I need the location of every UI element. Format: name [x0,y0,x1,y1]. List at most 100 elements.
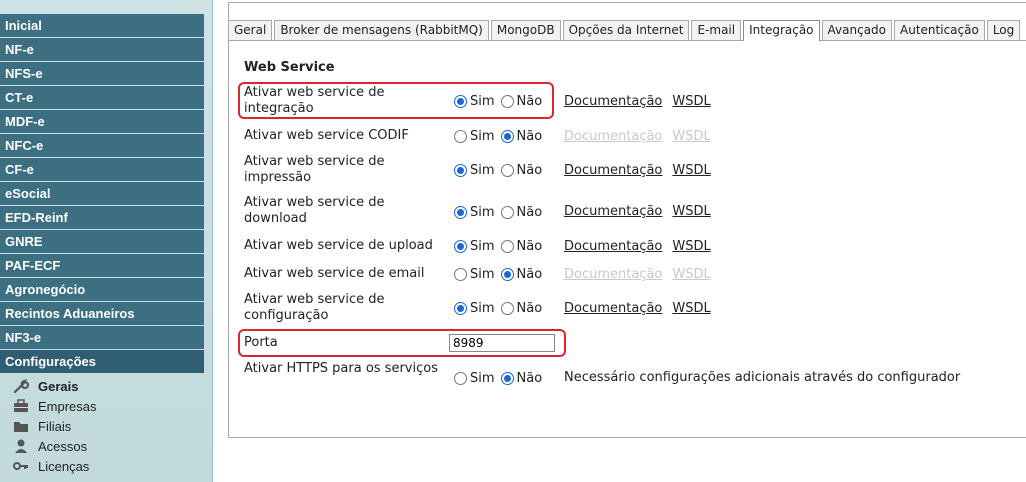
tab-avancado[interactable]: Avançado [821,20,893,40]
wsdl-link[interactable]: WSDL [672,204,710,219]
sidebar-item-nfse[interactable]: NFS-e [0,62,204,85]
radio-sim[interactable] [454,240,467,253]
tab-broker[interactable]: Broker de mensagens (RabbitMQ) [274,20,489,40]
row-links: Documentação WSDL [564,204,721,219]
row-label: Ativar web service de integração [244,85,385,116]
tab-strip: Geral Broker de mensagens (RabbitMQ) Mon… [228,20,1022,41]
radio-nao-label: Não [516,94,543,109]
wsdl-link[interactable]: WSDL [672,239,710,254]
radio-sim[interactable] [454,164,467,177]
row-links: Documentação WSDL [564,129,721,144]
tab-autenticacao[interactable]: Autenticação [894,20,985,40]
row-impressao: Ativar web service de impressão Sim Não … [244,154,1004,186]
row-label: Ativar web service de configuração [244,292,385,323]
radio-sim-label: Sim [470,163,495,178]
documentation-link[interactable]: Documentação [564,204,662,219]
row-https: Ativar HTTPS para os serviços Sim Não Ne… [244,361,1004,393]
row-label: Ativar web service de impressão [244,154,385,185]
radio-sim-label: Sim [470,301,495,316]
wsdl-link: WSDL [672,129,711,144]
radio-sim[interactable] [454,372,467,385]
tab-integracao[interactable]: Integração [743,20,820,41]
radio-nao[interactable] [500,302,514,315]
tab-email[interactable]: E-mail [691,20,742,40]
tab-log[interactable]: Log [986,20,1021,40]
port-input[interactable] [449,334,555,352]
row-download: Ativar web service de download Sim Não D… [244,195,1004,227]
radio-sim[interactable] [454,206,467,219]
wsdl-link[interactable]: WSDL [672,301,710,316]
radio-nao[interactable] [500,95,514,108]
sidebar-item-esocial[interactable]: eSocial [0,182,204,205]
wsdl-link[interactable]: WSDL [672,163,710,178]
briefcase-icon [12,398,30,414]
row-links: Documentação WSDL [564,267,721,282]
radio-sim[interactable] [454,95,467,108]
wsdl-link: WSDL [672,267,711,282]
sidebar-sub-item-filiais[interactable]: Filiais [12,416,97,436]
sidebar-item-inicial[interactable]: Inicial [0,14,204,37]
radio-sim-label: Sim [470,267,495,282]
sidebar-item-nfce[interactable]: NFC-e [0,134,204,157]
wsdl-link[interactable]: WSDL [672,94,710,109]
documentation-link[interactable]: Documentação [564,94,662,109]
radio-sim-label: Sim [470,371,495,386]
tab-geral[interactable]: Geral [228,20,273,40]
radio-group: Sim Não [454,301,548,316]
radio-nao[interactable] [500,268,514,281]
sidebar-sub-item-gerais[interactable]: Gerais [12,376,97,396]
radio-nao[interactable] [500,240,514,253]
radio-group: Sim Não [454,129,548,144]
radio-nao[interactable] [500,372,514,385]
radio-nao-label: Não [516,129,543,144]
sidebar-sub-item-label: Licenças [38,458,90,474]
row-label: Ativar web service de download [244,195,385,226]
sidebar-item-paf-ecf[interactable]: PAF-ECF [0,254,204,277]
wrench-icon [12,378,30,394]
row-links: Documentação WSDL [564,163,721,178]
row-links: Documentação WSDL [564,239,721,254]
radio-sim[interactable] [454,302,467,315]
sidebar-item-agronegocio[interactable]: Agronegócio [0,278,204,301]
folder-icon [12,418,30,434]
sidebar-item-nf3e[interactable]: NF3-e [0,326,204,349]
radio-nao-label: Não [516,239,543,254]
sidebar-sub-item-acessos[interactable]: Acessos [12,436,97,456]
radio-nao[interactable] [500,164,514,177]
https-note: Necessário configurações adicionais atra… [564,370,961,385]
sidebar-item-gnre[interactable]: GNRE [0,230,204,253]
sidebar-sub-item-licencas[interactable]: Licenças [12,456,97,476]
sidebar-item-recintos-aduaneiros[interactable]: Recintos Aduaneiros [0,302,204,325]
radio-group: Sim Não [454,205,548,220]
radio-sim[interactable] [454,130,467,143]
row-codif: Ativar web service CODIF Sim Não Documen… [244,128,1004,146]
sidebar-item-efd-reinf[interactable]: EFD-Reinf [0,206,204,229]
sidebar-sub-list: Gerais Empresas Filiais Acessos Licenças [12,376,97,476]
sidebar-item-mdfe[interactable]: MDF-e [0,110,204,133]
sidebar-nav: Inicial NF-e NFS-e CT-e MDF-e NFC-e CF-e… [0,14,204,374]
row-label: Ativar HTTPS para os serviços [244,361,438,376]
row-label: Ativar web service de upload [244,238,433,253]
radio-sim[interactable] [454,268,467,281]
row-links: Documentação WSDL [564,94,721,109]
row-configuracao: Ativar web service de configuração Sim N… [244,292,1004,324]
tab-mongodb[interactable]: MongoDB [490,20,561,40]
user-icon [12,438,30,454]
sidebar-sub-item-empresas[interactable]: Empresas [12,396,97,416]
documentation-link[interactable]: Documentação [564,301,662,316]
row-upload: Ativar web service de upload Sim Não Doc… [244,238,1004,256]
documentation-link[interactable]: Documentação [564,239,662,254]
sidebar-sub-item-label: Gerais [38,378,79,394]
tab-opcoes-internet[interactable]: Opções da Internet [562,20,690,40]
sidebar-item-configuracoes[interactable]: Configurações [0,350,204,373]
sidebar-item-nfe[interactable]: NF-e [0,38,204,61]
sidebar-item-cfe[interactable]: CF-e [0,158,204,181]
sidebar-item-cte[interactable]: CT-e [0,86,204,109]
radio-group: Sim Não [454,239,548,254]
row-links: Documentação WSDL [564,301,721,316]
documentation-link[interactable]: Documentação [564,163,662,178]
radio-nao[interactable] [500,206,514,219]
radio-nao-label: Não [516,371,543,386]
radio-nao[interactable] [500,130,514,143]
section-title: Web Service [244,60,335,75]
